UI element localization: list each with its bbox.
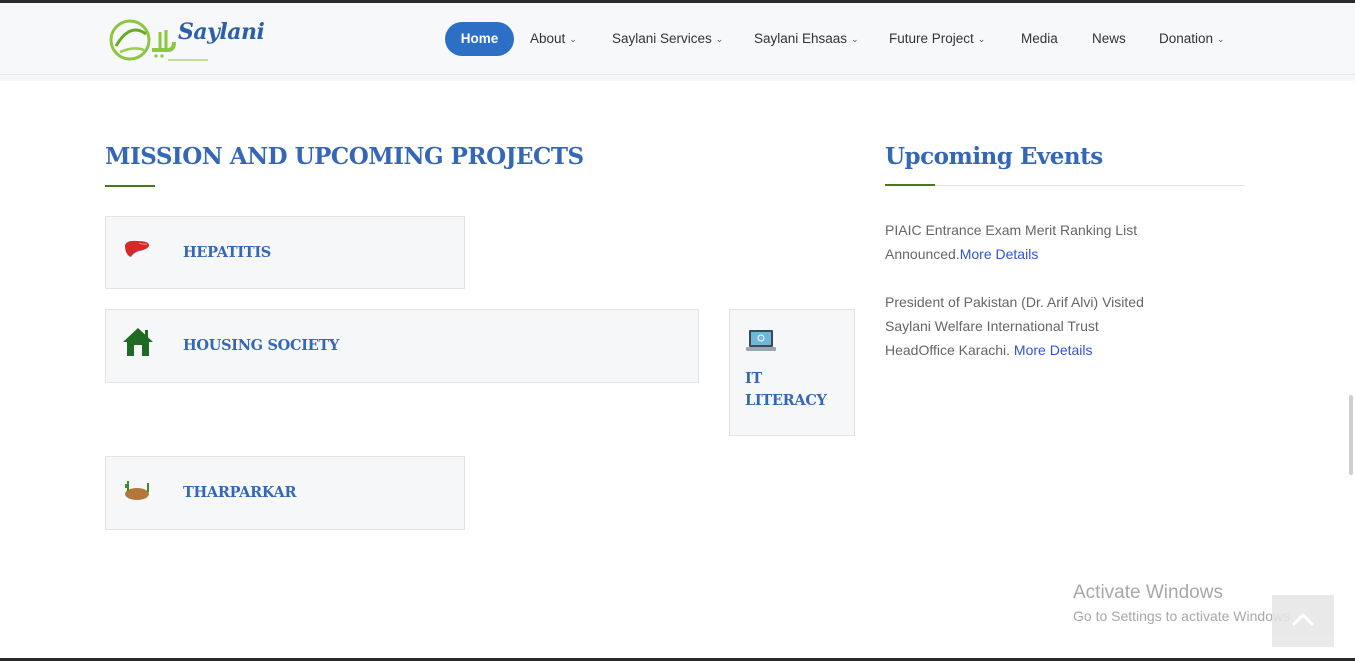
more-details-link[interactable]: More Details: [1014, 342, 1093, 358]
chevron-up-icon: [1291, 612, 1315, 627]
house-icon: [121, 326, 155, 363]
nav-home[interactable]: Home: [445, 22, 514, 56]
nav-about-label: About: [530, 31, 566, 46]
chevron-down-icon: ⌄: [977, 34, 986, 44]
mission-section-title: MISSION AND UPCOMING PROJECTS: [105, 143, 584, 170]
events-title-rule: [885, 185, 1245, 186]
mission-title-underline: [105, 185, 155, 187]
nav-future-project[interactable]: Future Project ⌄: [889, 22, 985, 56]
laptop-icon: [745, 328, 777, 359]
project-label: THARPARKAR: [183, 484, 297, 501]
windows-activation-watermark: Activate Windows Go to Settings to activ…: [1073, 582, 1294, 624]
more-details-link[interactable]: More Details: [960, 246, 1039, 262]
watermark-title: Activate Windows: [1073, 582, 1223, 603]
event-item: President of Pakistan (Dr. Arif Alvi) Vi…: [885, 290, 1145, 362]
watermark-subtitle: Go to Settings to activate Windows.: [1073, 608, 1294, 624]
chevron-down-icon: ⌄: [851, 34, 859, 44]
page-scrollbar[interactable]: [1349, 395, 1353, 475]
events-list: PIAIC Entrance Exam Merit Ranking List A…: [885, 218, 1145, 386]
nav-donation-label: Donation: [1159, 31, 1214, 46]
project-label: HEPATITIS: [183, 244, 271, 261]
nav-future-project-label: Future Project: [889, 31, 974, 46]
nav-media[interactable]: Media: [1021, 22, 1058, 56]
nav-about[interactable]: About ⌄: [530, 22, 577, 56]
nav-home-label: Home: [460, 31, 499, 46]
nav-news-label: News: [1092, 31, 1126, 46]
header-shadow: [0, 75, 1355, 81]
project-label: HOUSING SOCIETY: [183, 337, 340, 354]
event-item: PIAIC Entrance Exam Merit Ranking List A…: [885, 218, 1145, 266]
nav-saylani-ehsaas[interactable]: Saylani Ehsaas ⌄: [754, 22, 859, 56]
events-title-underline: [885, 184, 935, 186]
project-card-hepatitis[interactable]: HEPATITIS: [105, 216, 465, 289]
desert-icon: [123, 479, 153, 506]
nav-news[interactable]: News: [1092, 22, 1126, 56]
chevron-down-icon: ⌄: [715, 34, 724, 44]
project-label: IT LITERACY: [745, 370, 827, 409]
events-section-title: Upcoming Events: [885, 143, 1103, 170]
project-card-housing-society[interactable]: HOUSING SOCIETY: [105, 309, 699, 383]
nav-saylani-ehsaas-label: Saylani Ehsaas: [754, 31, 848, 46]
liver-icon: [123, 239, 151, 264]
chevron-down-icon: ⌄: [569, 34, 577, 44]
nav-donation[interactable]: Donation ⌄: [1159, 22, 1225, 56]
nav-media-label: Media: [1021, 31, 1058, 46]
nav-saylani-services[interactable]: Saylani Services ⌄: [612, 22, 723, 56]
logo-wordmark: Saylani: [178, 19, 265, 45]
header-navbar: Saylani Home About ⌄ Saylani Services ⌄ Sa…: [0, 3, 1355, 75]
scroll-to-top-button[interactable]: [1272, 595, 1334, 647]
project-card-tharparkar[interactable]: THARPARKAR: [105, 456, 465, 530]
chevron-down-icon: ⌄: [1217, 34, 1225, 44]
project-card-it-literacy[interactable]: IT LITERACY: [729, 309, 855, 436]
nav-saylani-services-label: Saylani Services: [612, 31, 712, 46]
